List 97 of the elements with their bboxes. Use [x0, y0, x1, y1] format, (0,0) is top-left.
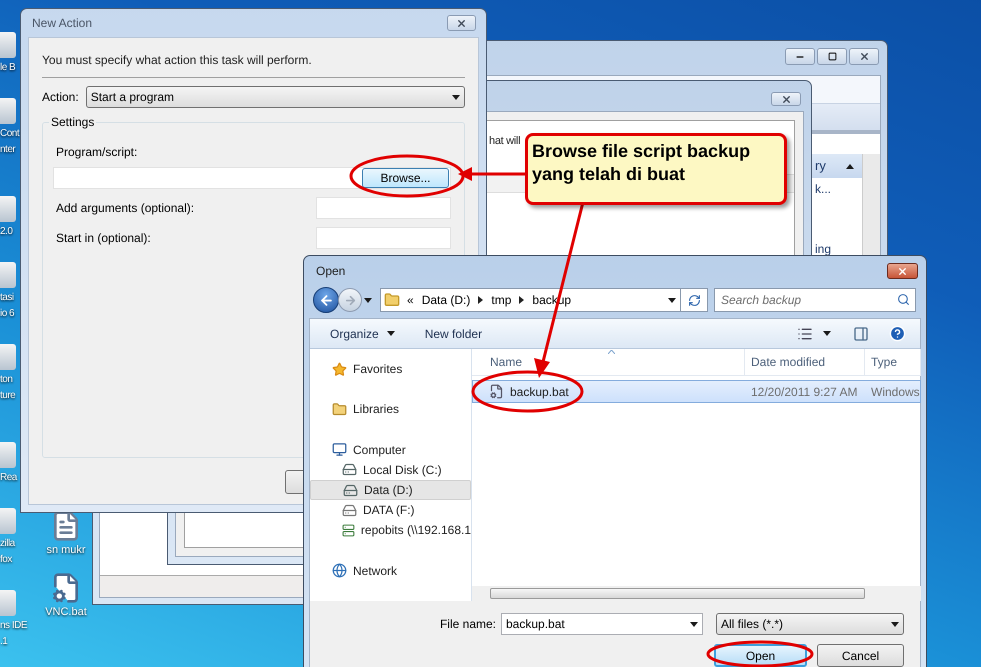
icon-label: tasi	[0, 291, 14, 305]
icon-label: ton	[0, 373, 12, 387]
icon-label: VNC.bat	[45, 605, 87, 620]
nav-item[interactable]: repobits (\\192.168.1	[310, 520, 471, 540]
icon-label: Cont	[0, 127, 20, 141]
file-name: backup.bat	[510, 384, 569, 400]
file-date: 12/20/2011 9:27 AM	[750, 384, 859, 400]
chevron-icon	[519, 296, 524, 304]
toolbar-button[interactable]: New folder	[424, 324, 482, 342]
icon-label: sn mukr	[46, 543, 86, 558]
window-title: New Action	[32, 15, 92, 32]
toolbar-button[interactable]: Organize	[330, 324, 395, 342]
list-icon	[797, 326, 813, 342]
field-label: Start in (optional):	[56, 230, 151, 247]
horizontal-scrollbar[interactable]	[472, 586, 921, 601]
chevron-icon	[478, 296, 484, 304]
action-dropdown[interactable]: Start a program	[86, 86, 465, 108]
breadcrumb-item[interactable]: Data (D:)	[422, 291, 470, 309]
drive-icon	[342, 462, 357, 478]
column-header[interactable]: Date modified	[745, 349, 865, 375]
close-icon	[780, 94, 792, 104]
scrollbar-thumb[interactable]	[490, 588, 865, 599]
help-icon	[889, 325, 906, 342]
search-icon	[897, 293, 910, 306]
caret-icon	[452, 94, 460, 100]
maximize-icon	[828, 52, 836, 61]
back-button[interactable]	[313, 287, 339, 313]
close-button[interactable]	[849, 48, 879, 65]
nav-item[interactable]: DATA (F:)	[310, 500, 471, 520]
nav-item[interactable]: Data (D:)	[310, 480, 471, 500]
program-field[interactable]: Browse...	[53, 167, 451, 189]
help-button[interactable]	[889, 325, 906, 342]
drive-icon	[342, 502, 357, 518]
caret-icon	[891, 622, 899, 626]
dialog-button[interactable]: Cancel	[817, 644, 904, 667]
action-label: Action:	[42, 89, 79, 106]
caret-icon	[690, 622, 698, 626]
arrow-right-icon	[344, 294, 356, 306]
close-icon	[897, 266, 908, 276]
input-field[interactable]	[316, 227, 451, 249]
icon-label: io 6	[0, 307, 14, 321]
preview-pane-button[interactable]	[853, 326, 869, 342]
file-name-combo[interactable]: backup.bat	[501, 613, 703, 635]
close-button[interactable]	[887, 263, 918, 279]
nav-item[interactable]: Local Disk (C:)	[310, 460, 471, 480]
caret-icon	[823, 331, 831, 336]
description-text: hat will	[489, 134, 520, 149]
icon-label: .1	[0, 635, 8, 649]
breadcrumb-item[interactable]: tmp	[491, 291, 512, 309]
folder-icon	[384, 292, 400, 308]
close-icon	[456, 18, 467, 28]
close-icon	[858, 51, 870, 62]
icon-label: Rea	[0, 471, 17, 485]
callout-text: Browse file script backup yang telah di buat	[532, 140, 752, 186]
globe-icon	[332, 563, 347, 578]
nav-item[interactable]: Libraries	[310, 399, 471, 420]
batch-file-icon	[489, 384, 504, 399]
network-drive-icon	[342, 522, 355, 538]
view-button[interactable]	[797, 326, 831, 342]
icon-label: le B	[0, 61, 16, 75]
refresh-button[interactable]	[680, 288, 708, 312]
icon-label: nter	[0, 143, 16, 157]
icon-label: 2.0	[0, 225, 12, 239]
window-title: Open	[316, 263, 346, 280]
preview-pane-icon	[853, 326, 869, 342]
file-type: Windows	[870, 384, 920, 400]
field-label: Program/script:	[56, 144, 138, 161]
file-row[interactable]: backup.bat 12/20/2011 9:27 AM Windows	[472, 380, 921, 403]
file-type-dropdown[interactable]: All files (*.*)	[716, 613, 904, 635]
caret-icon	[364, 298, 372, 302]
column-header[interactable]: Type	[865, 349, 921, 375]
star-icon	[332, 362, 347, 377]
input-field[interactable]	[316, 197, 451, 219]
field-label: Add arguments (optional):	[56, 200, 194, 217]
instruction-text: You must specify what action this task will perform.	[42, 52, 313, 69]
refresh-icon	[688, 294, 700, 306]
sort-icon	[608, 350, 615, 354]
nav-item[interactable]: Network	[310, 560, 471, 581]
drive-icon	[343, 482, 358, 498]
nav-item[interactable]: Computer	[310, 440, 471, 460]
sort-up-icon	[846, 164, 854, 168]
browse-button[interactable]: Browse...	[362, 168, 449, 188]
icon-label: fox	[0, 553, 12, 567]
icon-label: ture	[0, 389, 16, 403]
caret-icon	[668, 298, 676, 302]
icon-label: ns IDE	[0, 619, 28, 633]
search-field[interactable]: Search backup	[714, 288, 916, 312]
monitor-icon	[332, 442, 347, 458]
folder-icon	[332, 402, 347, 417]
close-button[interactable]	[447, 15, 476, 31]
icon-label: zilla	[0, 537, 15, 551]
breadcrumb-overflow[interactable]: «	[407, 291, 414, 309]
nav-item[interactable]: Favorites	[310, 359, 471, 380]
close-button[interactable]	[771, 92, 801, 106]
maximize-button[interactable]	[817, 48, 847, 65]
field-label: File name:	[440, 616, 496, 633]
group-label: Settings	[49, 115, 96, 129]
